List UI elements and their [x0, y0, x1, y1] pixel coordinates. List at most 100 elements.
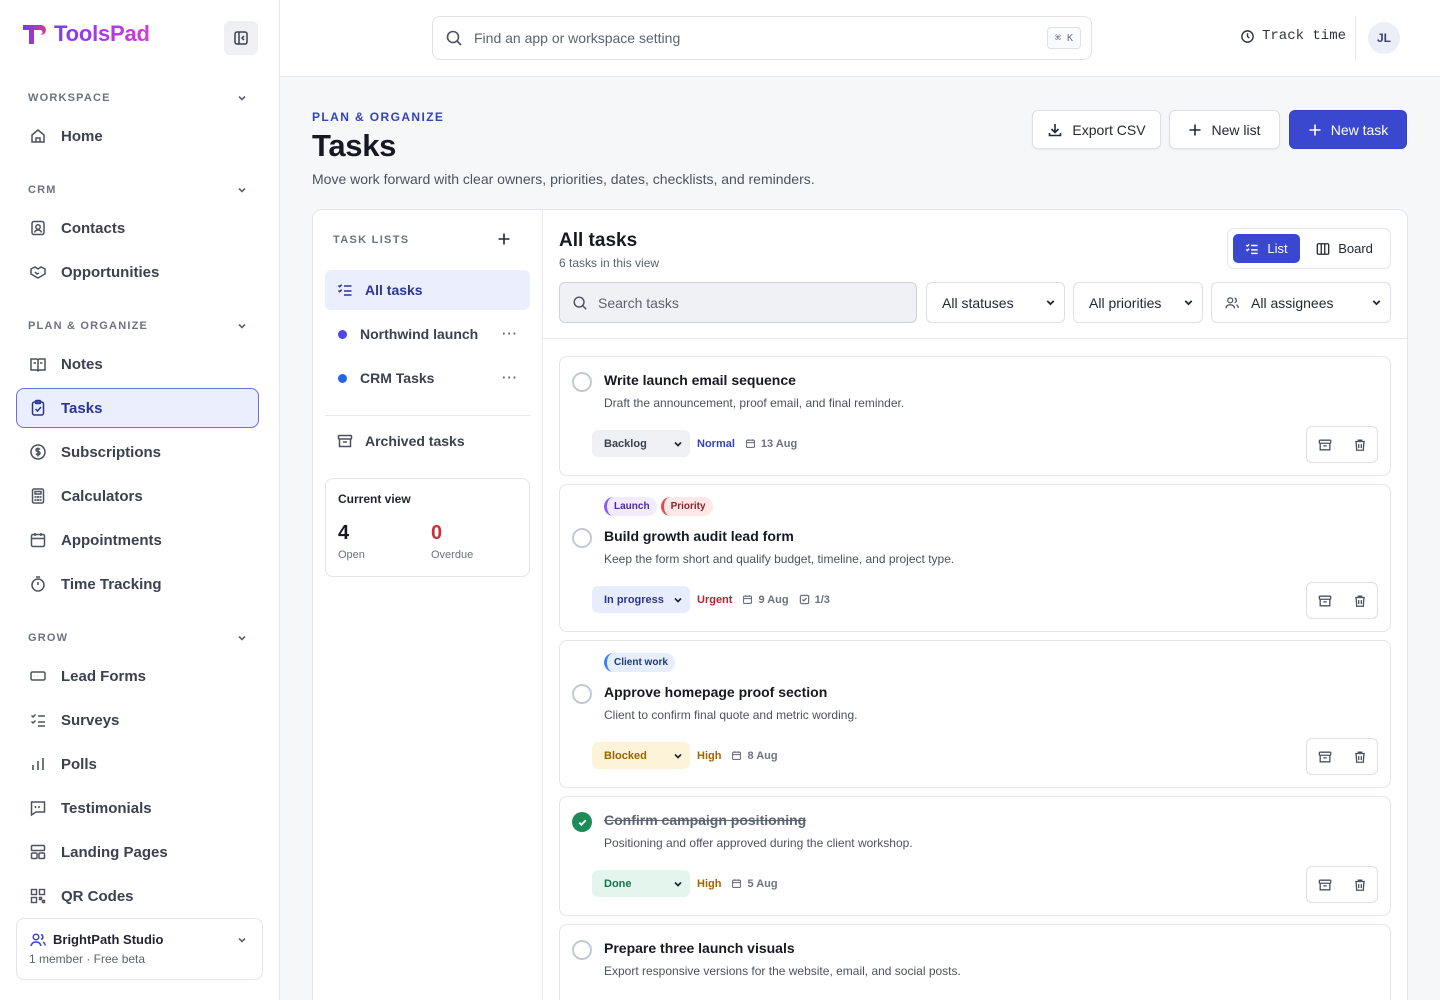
sidebar-item-label: Testimonials	[61, 799, 152, 817]
due-date: 9 Aug	[742, 593, 789, 606]
due-date-value: 13 Aug	[760, 437, 798, 450]
workspace-switcher[interactable]: BrightPath Studio 1 member · Free beta	[16, 918, 263, 980]
sidebar-item-testimonials[interactable]: Testimonials	[16, 788, 259, 828]
button-label: Export CSV	[1072, 121, 1146, 138]
sidebar-item-appointments[interactable]: Appointments	[16, 520, 259, 560]
keyboard-shortcut-hint: ⌘ K	[1046, 27, 1081, 49]
sidebar-item-label: Home	[61, 127, 103, 145]
sidebar-item-time-tracking[interactable]: Time Tracking	[16, 564, 259, 604]
due-date: 5 Aug	[731, 878, 778, 890]
priority-label: High	[697, 749, 722, 762]
sidebar-item-polls[interactable]: Polls	[16, 744, 259, 784]
delete-task-button[interactable]	[1342, 867, 1377, 902]
toggle-label: List	[1267, 241, 1288, 256]
select-value: All assignees	[1251, 294, 1334, 311]
section-plan-organize[interactable]: PLAN & ORGANIZE	[28, 320, 248, 332]
sidebar-item-home[interactable]: Home	[16, 116, 259, 156]
section-grow[interactable]: GROW	[28, 632, 248, 644]
sidebar-item-label: Contacts	[61, 219, 126, 237]
user-avatar[interactable]: JL	[1368, 22, 1400, 54]
collapse-sidebar-button[interactable]	[224, 21, 258, 55]
list-view-button[interactable]: List	[1233, 234, 1301, 263]
sidebar-item-label: Time Tracking	[61, 575, 162, 593]
new-list-button[interactable]: New list	[1169, 110, 1280, 149]
due-date-value: 9 Aug	[758, 593, 789, 606]
assignee-filter-select[interactable]: All assignees	[1211, 282, 1391, 323]
status-select[interactable]: Blocked	[592, 742, 690, 769]
sidebar-item-contacts[interactable]: Contacts	[16, 208, 259, 248]
bar-chart-icon	[32, 758, 44, 770]
export-csv-button[interactable]: Export CSV	[1032, 110, 1161, 149]
sidebar-item-lead-forms[interactable]: Lead Forms	[16, 656, 259, 696]
checklist-value: 1/3	[814, 593, 830, 606]
task-count: 6 tasks in this view	[559, 256, 660, 270]
calendar-icon	[732, 879, 742, 889]
list-check-icon	[337, 284, 352, 296]
overdue-label: Overdue	[431, 549, 474, 561]
chevron-down-icon	[238, 95, 246, 101]
task-complete-checkbox[interactable]	[572, 372, 592, 392]
archive-task-button[interactable]	[1307, 867, 1342, 902]
status-select[interactable]: Done	[592, 870, 690, 897]
list-color-dot	[338, 329, 347, 339]
status-select[interactable]: In progress	[592, 586, 690, 613]
task-card[interactable]: Write launch email sequence Draft the an…	[559, 356, 1391, 476]
list-item-all-tasks[interactable]: All tasks	[325, 270, 530, 310]
archive-task-button[interactable]	[1307, 739, 1342, 774]
list-label: CRM Tasks	[360, 370, 435, 386]
brand-logo[interactable]: ToolsPad	[20, 20, 150, 48]
track-time-button[interactable]: Track time	[1240, 28, 1346, 44]
add-list-icon[interactable]	[497, 232, 511, 246]
due-date: 8 Aug	[731, 750, 778, 762]
task-complete-checkbox[interactable]	[572, 684, 592, 704]
archive-task-button[interactable]	[1307, 583, 1342, 618]
task-card[interactable]: Client work Approve homepage proof secti…	[559, 640, 1391, 788]
task-card[interactable]: Confirm campaign positioning Positioning…	[559, 796, 1391, 916]
task-complete-checkbox[interactable]	[572, 940, 592, 960]
list-item-northwind-launch[interactable]: Northwind launch ···	[325, 314, 530, 354]
current-view-title: Current view	[338, 492, 411, 506]
new-task-button[interactable]: New task	[1289, 110, 1407, 149]
button-label: New task	[1330, 121, 1389, 138]
sidebar-item-qr-codes[interactable]: QR Codes	[16, 876, 259, 916]
task-complete-checkbox[interactable]	[572, 812, 592, 832]
list-label: Northwind launch	[360, 326, 479, 342]
search-placeholder: Find an app or workspace setting	[474, 30, 681, 46]
task-meta: In progress Urgent 9 Aug 1/3	[592, 586, 830, 613]
priority-filter-select[interactable]: All priorities	[1073, 282, 1203, 323]
checklist-icon	[30, 713, 45, 727]
sidebar-item-calculators[interactable]: Calculators	[16, 476, 259, 516]
task-card[interactable]: Launch Priority Build growth audit lead …	[559, 484, 1391, 632]
archive-task-button[interactable]	[1307, 427, 1342, 462]
sidebar-item-landing-pages[interactable]: Landing Pages	[16, 832, 259, 872]
status-filter-select[interactable]: All statuses	[926, 282, 1065, 323]
more-options-icon[interactable]: ···	[502, 326, 518, 341]
open-label: Open	[338, 549, 365, 561]
list-item-crm-tasks[interactable]: CRM Tasks ···	[325, 358, 530, 398]
search-placeholder: Search tasks	[598, 294, 679, 311]
archive-icon	[1318, 595, 1331, 606]
task-card[interactable]: Prepare three launch visuals Export resp…	[559, 924, 1391, 1000]
task-lists-column: TASK LISTS All tasks Northwind launch ··…	[313, 210, 543, 1000]
board-view-button[interactable]: Board	[1304, 234, 1385, 263]
calendar-icon	[745, 439, 755, 449]
sidebar-item-subscriptions[interactable]: Subscriptions	[16, 432, 259, 472]
task-complete-checkbox[interactable]	[572, 528, 592, 548]
brand-name: ToolsPad	[54, 21, 150, 46]
delete-task-button[interactable]	[1342, 583, 1377, 618]
sidebar-item-tasks[interactable]: Tasks	[16, 388, 259, 428]
sidebar-item-opportunities[interactable]: Opportunities	[16, 252, 259, 292]
global-search-input[interactable]: Find an app or workspace setting ⌘ K	[432, 16, 1092, 60]
status-select[interactable]: Backlog	[592, 430, 690, 457]
section-workspace[interactable]: WORKSPACE	[28, 92, 248, 104]
delete-task-button[interactable]	[1342, 427, 1377, 462]
sidebar-item-notes[interactable]: Notes	[16, 344, 259, 384]
task-search-input[interactable]: Search tasks	[559, 282, 917, 323]
more-options-icon[interactable]: ···	[502, 370, 518, 385]
list-item-archived-tasks[interactable]: Archived tasks	[325, 421, 530, 461]
sidebar-item-surveys[interactable]: Surveys	[16, 700, 259, 740]
task-title: Build growth audit lead form	[604, 528, 794, 544]
section-crm[interactable]: CRM	[28, 184, 248, 196]
chevron-down-icon	[674, 753, 682, 759]
delete-task-button[interactable]	[1342, 739, 1377, 774]
